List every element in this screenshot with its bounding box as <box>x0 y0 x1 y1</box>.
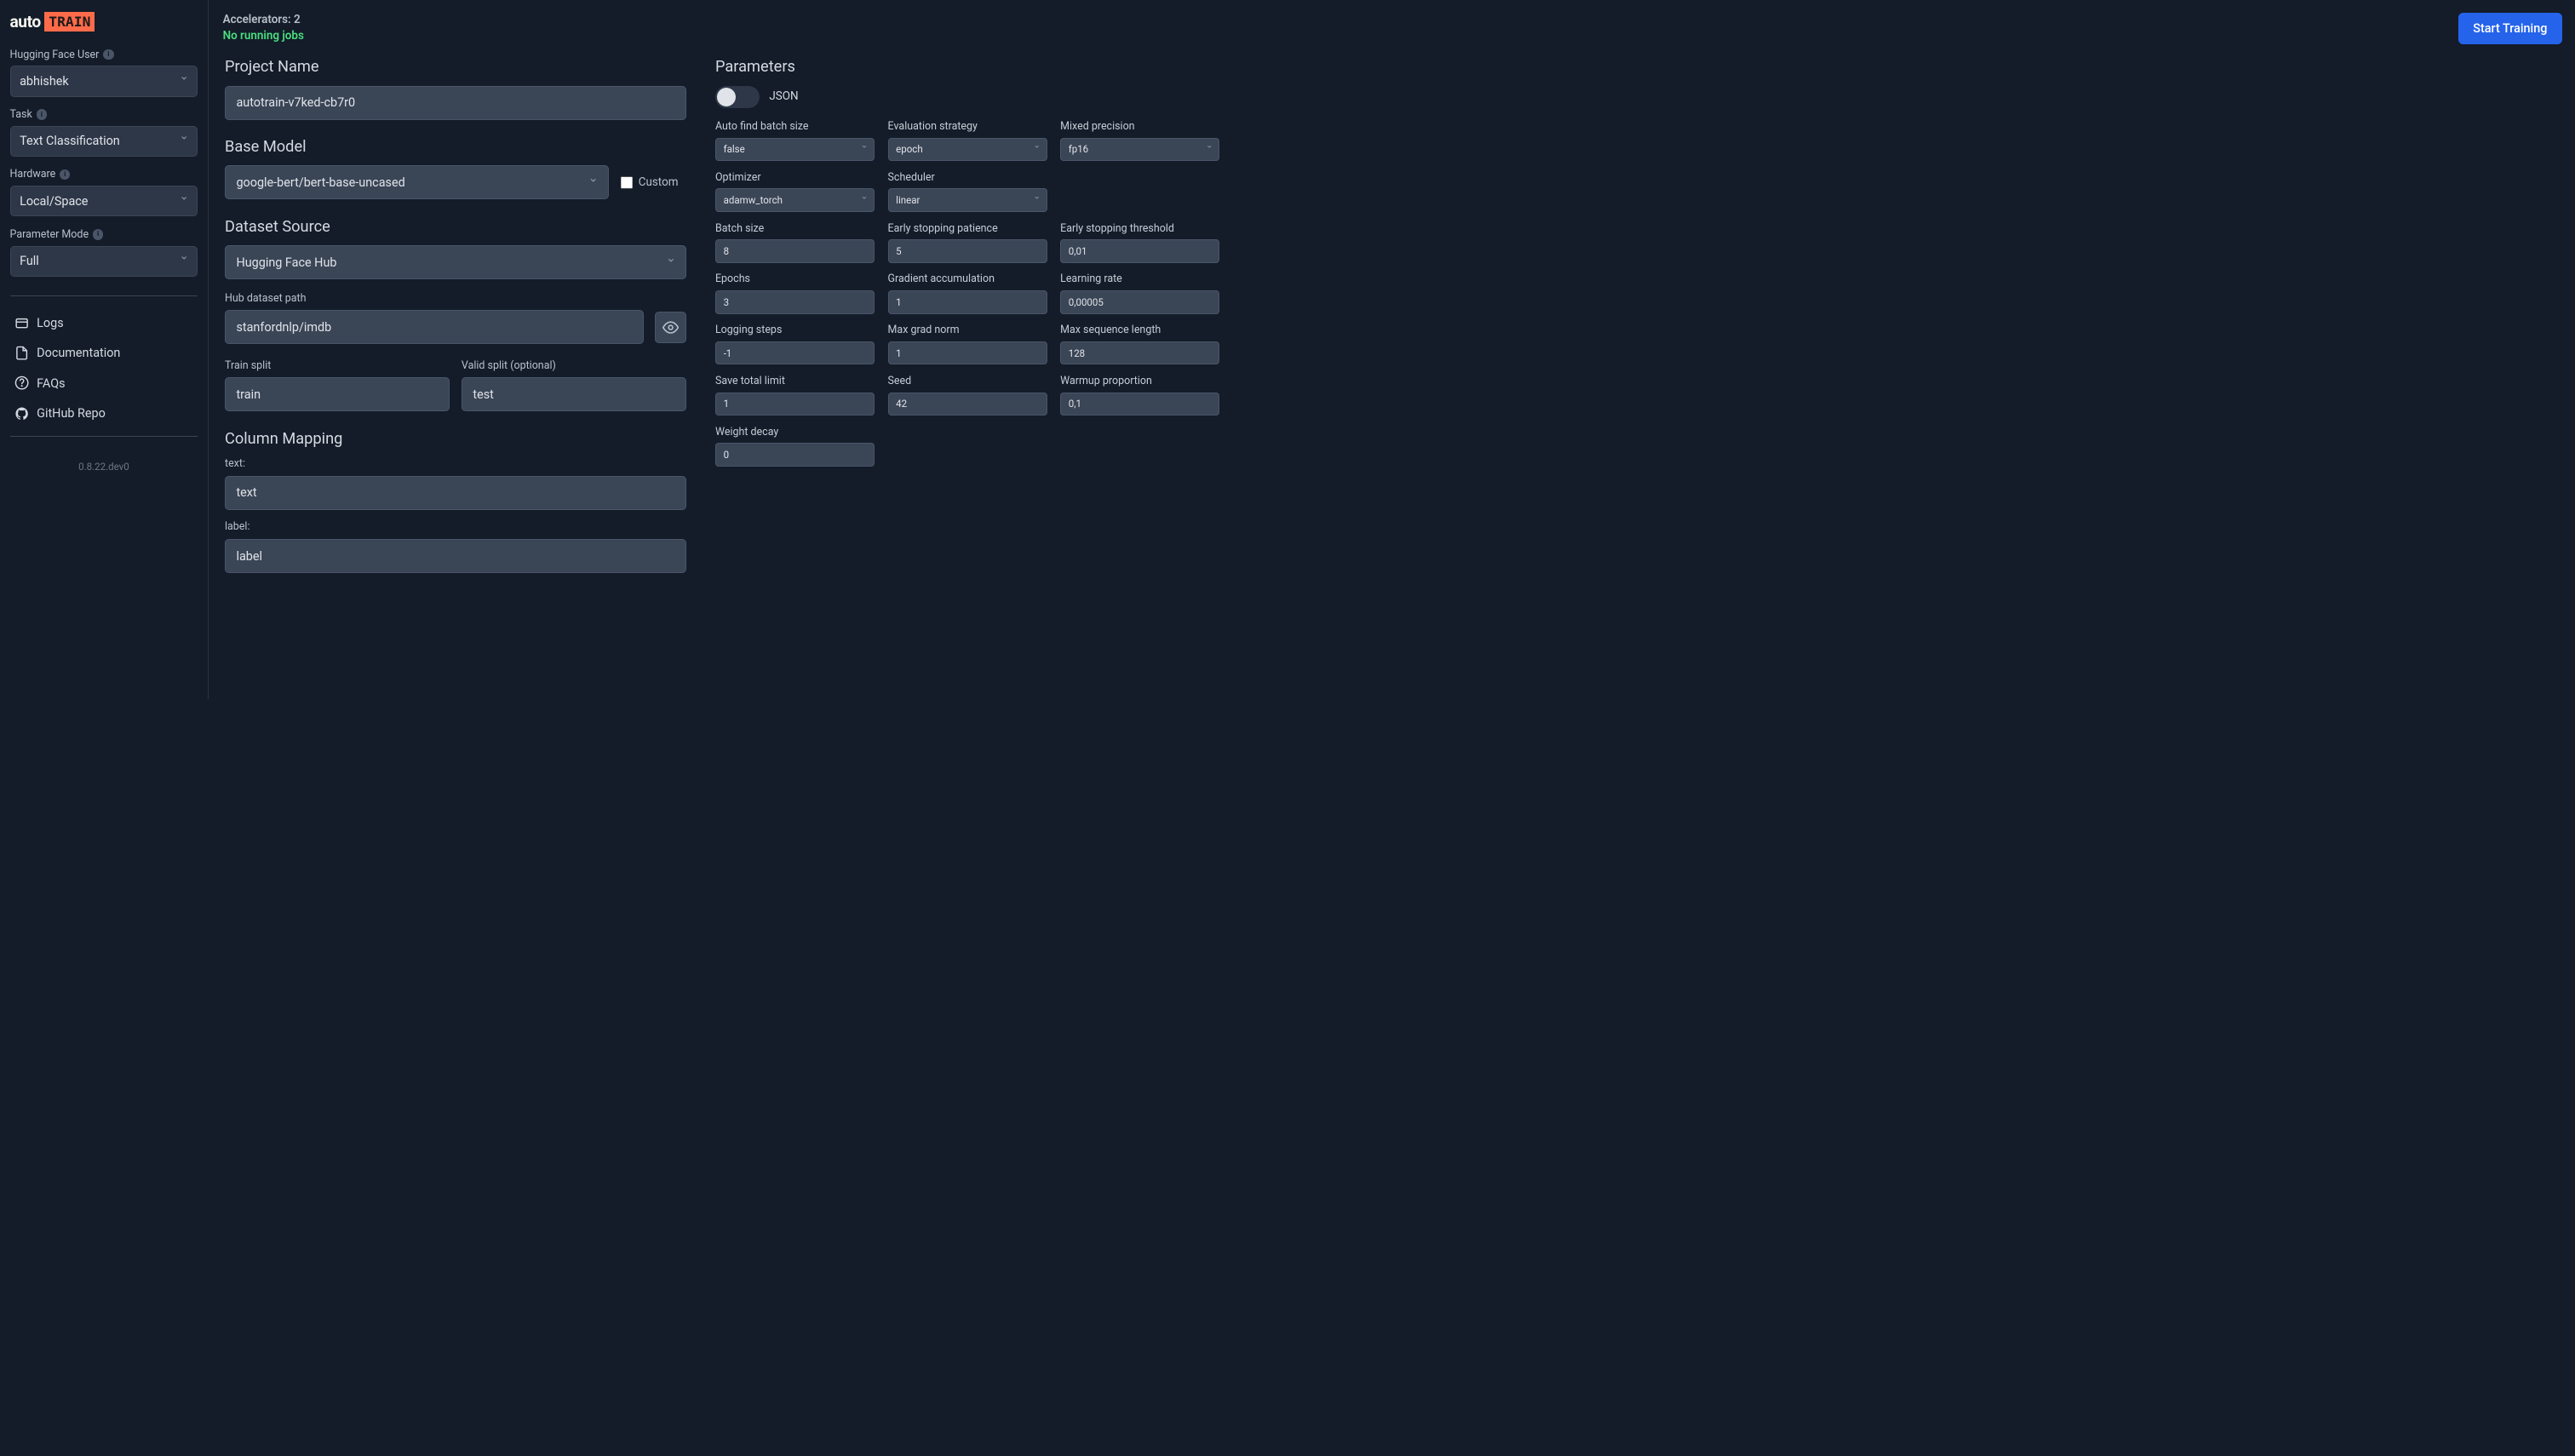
epochs-input[interactable] <box>715 290 875 314</box>
toggle-knob <box>717 88 736 106</box>
custom-checkbox[interactable] <box>621 176 633 188</box>
auto-batch-label: Auto find batch size <box>715 120 875 133</box>
scheduler-select[interactable]: linear <box>888 188 1047 212</box>
json-toggle[interactable] <box>715 86 760 108</box>
nav-github-label: GitHub Repo <box>37 406 106 421</box>
project-name-label: Project Name <box>225 58 686 76</box>
valid-split-input[interactable] <box>462 377 686 411</box>
seed-input[interactable] <box>888 393 1047 416</box>
json-toggle-label: JSON <box>769 90 798 103</box>
batch-size-input[interactable] <box>715 239 875 263</box>
info-icon[interactable]: i <box>37 109 47 119</box>
optimizer-select[interactable]: adamw_torch <box>715 188 875 212</box>
user-label: Hugging Face User <box>10 49 100 61</box>
grad-accum-label: Gradient accumulation <box>888 272 1047 285</box>
hardware-label: Hardware <box>10 168 56 181</box>
start-training-button[interactable]: Start Training <box>2458 13 2562 43</box>
weight-decay-input[interactable] <box>715 443 875 467</box>
nav-logs-label: Logs <box>37 316 63 330</box>
divider <box>10 436 198 437</box>
epochs-label: Epochs <box>715 272 875 285</box>
mixed-precision-label: Mixed precision <box>1060 120 1219 133</box>
base-model-label: Base Model <box>225 138 686 156</box>
dataset-source-select[interactable]: Hugging Face Hub <box>225 245 686 279</box>
early-stop-threshold-input[interactable] <box>1060 239 1219 263</box>
max-grad-norm-input[interactable] <box>888 341 1047 365</box>
project-name-input[interactable] <box>225 86 686 120</box>
logo-auto: auto <box>10 12 41 32</box>
early-stop-threshold-label: Early stopping threshold <box>1060 222 1219 235</box>
learning-rate-input[interactable] <box>1060 290 1219 314</box>
eval-strategy-select[interactable]: epoch <box>888 138 1047 162</box>
logs-icon <box>14 315 29 330</box>
info-icon[interactable]: i <box>60 169 70 180</box>
colmap-label-label: label: <box>225 520 686 533</box>
task-select[interactable]: Text Classification <box>10 126 198 157</box>
learning-rate-label: Learning rate <box>1060 272 1219 285</box>
grad-accum-input[interactable] <box>888 290 1047 314</box>
param-mode-select[interactable]: Full <box>10 246 198 277</box>
max-seq-len-input[interactable] <box>1060 341 1219 365</box>
dataset-source-label: Dataset Source <box>225 218 686 236</box>
divider <box>10 295 198 296</box>
hub-path-input[interactable] <box>225 310 644 344</box>
scheduler-label: Scheduler <box>888 171 1047 184</box>
nav-github[interactable]: GitHub Repo <box>10 398 198 428</box>
train-split-input[interactable] <box>225 377 450 411</box>
early-stop-patience-input[interactable] <box>888 239 1047 263</box>
task-label: Task <box>10 108 32 121</box>
nav-docs-label: Documentation <box>37 346 120 360</box>
custom-label: Custom <box>639 176 679 189</box>
logo: auto TRAIN <box>10 12 198 32</box>
save-total-limit-input[interactable] <box>715 393 875 416</box>
colmap-text-input[interactable] <box>225 476 686 510</box>
column-mapping-label: Column Mapping <box>225 430 686 448</box>
warmup-label: Warmup proportion <box>1060 375 1219 387</box>
colmap-label-input[interactable] <box>225 539 686 573</box>
parameters-title: Parameters <box>715 58 1219 76</box>
github-icon <box>14 405 29 421</box>
logging-steps-label: Logging steps <box>715 324 875 336</box>
nav-faqs-label: FAQs <box>37 376 65 391</box>
faqs-icon <box>14 375 29 391</box>
eval-strategy-label: Evaluation strategy <box>888 120 1047 133</box>
colmap-text-label: text: <box>225 457 686 470</box>
batch-size-label: Batch size <box>715 222 875 235</box>
auto-batch-select[interactable]: false <box>715 138 875 162</box>
preview-dataset-button[interactable] <box>655 312 686 343</box>
logo-train: TRAIN <box>44 12 95 32</box>
max-grad-norm-label: Max grad norm <box>888 324 1047 336</box>
weight-decay-label: Weight decay <box>715 426 875 439</box>
valid-split-label: Valid split (optional) <box>462 359 686 372</box>
hardware-select[interactable]: Local/Space <box>10 186 198 216</box>
eye-icon <box>662 319 679 335</box>
user-select[interactable]: abhishek <box>10 66 198 96</box>
mixed-precision-select[interactable]: fp16 <box>1060 138 1219 162</box>
jobs-status: No running jobs <box>223 29 304 45</box>
base-model-select[interactable]: google-bert/bert-base-uncased <box>225 165 609 199</box>
param-mode-label: Parameter Mode <box>10 228 89 241</box>
docs-icon <box>14 346 29 361</box>
nav-faqs[interactable]: FAQs <box>10 368 198 398</box>
info-icon[interactable]: i <box>103 49 113 60</box>
hub-path-label: Hub dataset path <box>225 292 686 305</box>
seed-label: Seed <box>888 375 1047 387</box>
info-icon[interactable]: i <box>93 229 103 239</box>
nav-docs[interactable]: Documentation <box>10 338 198 368</box>
warmup-input[interactable] <box>1060 393 1219 416</box>
train-split-label: Train split <box>225 359 450 372</box>
logging-steps-input[interactable] <box>715 341 875 365</box>
accelerators-status: Accelerators: 2 <box>223 13 304 29</box>
optimizer-label: Optimizer <box>715 171 875 184</box>
version-text: 0.8.22.dev0 <box>10 461 198 473</box>
early-stop-patience-label: Early stopping patience <box>888 222 1047 235</box>
max-seq-len-label: Max sequence length <box>1060 324 1219 336</box>
save-total-limit-label: Save total limit <box>715 375 875 387</box>
nav-logs[interactable]: Logs <box>10 307 198 337</box>
